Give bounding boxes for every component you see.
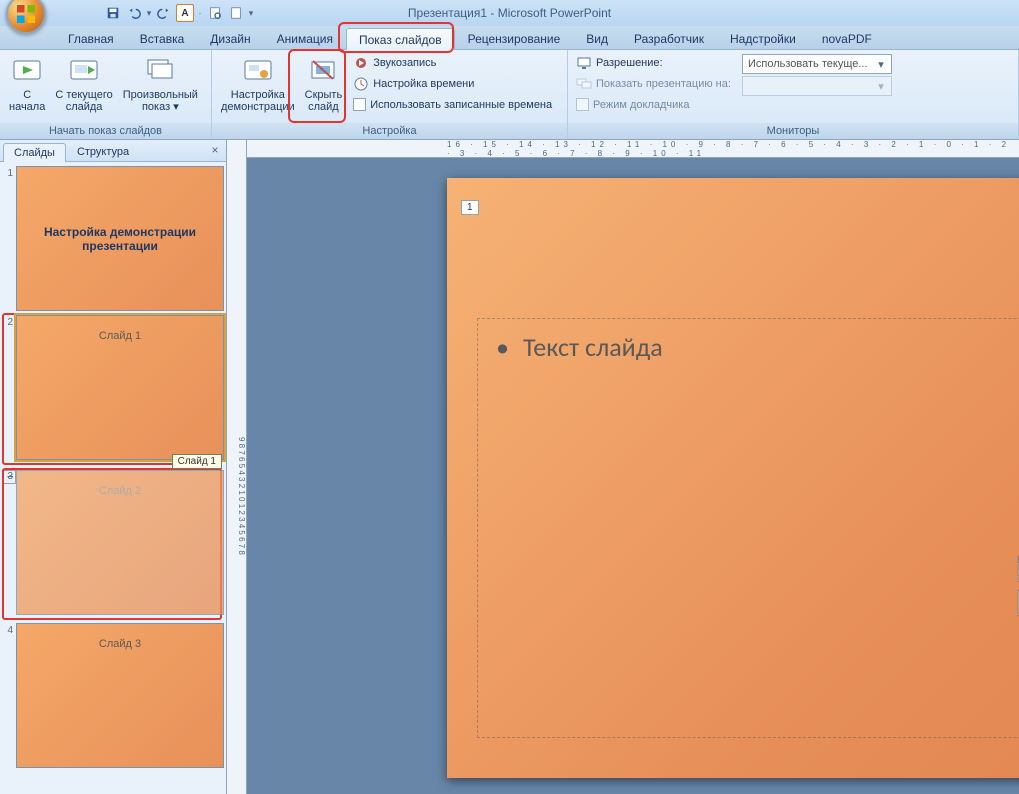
pane-close-icon[interactable]: ×: [208, 143, 222, 157]
tab-novapdf[interactable]: novaPDF: [809, 27, 885, 49]
record-narration-button[interactable]: Звукозапись: [349, 52, 556, 73]
qat-more-icon[interactable]: ▾: [248, 4, 254, 22]
rehearse-timings-label: Настройка времени: [373, 78, 474, 90]
thumb-4-number: 4: [2, 623, 16, 768]
qat-sep-icon: ·: [197, 4, 203, 22]
thumbnail-3[interactable]: 3 Слайд 2: [2, 470, 224, 615]
from-current-button[interactable]: С текущего слайда: [50, 52, 117, 122]
show-on-row: Показать презентацию на:: [572, 73, 742, 94]
thumb-2-number: 2: [2, 315, 16, 460]
tab-review[interactable]: Рецензирование: [455, 27, 574, 49]
ribbon-group-setup: Настройка демонстрации Скрыть слайд Звук…: [212, 50, 568, 139]
clock-icon: [353, 76, 369, 92]
setup-show-icon: [242, 55, 274, 87]
office-button[interactable]: [6, 0, 46, 34]
slide-workspace: 9 8 7 6 5 4 3 2 1 0 1 2 3 4 5 6 7 8 16 ·…: [227, 140, 1019, 794]
pane-tabs: Слайды Структура ×: [0, 140, 226, 162]
new-doc-icon[interactable]: [227, 4, 245, 22]
chevron-down-icon: ▾: [874, 58, 888, 71]
slide-canvas[interactable]: 1 Слайд 2 Текст слайда: [447, 178, 1019, 778]
record-icon: [353, 55, 369, 71]
monitor2-icon: [576, 76, 592, 92]
thumbnail-1[interactable]: 1 Настройка демонстрации презентации: [2, 166, 224, 311]
group-monitors-label: Мониторы: [568, 123, 1018, 139]
thumbnail-2[interactable]: 2 Слайд 1 Слайд 1: [2, 315, 224, 460]
title-bar: ▾ A · ▾ Презентация1 - Microsoft PowerPo…: [0, 0, 1019, 26]
thumb-2-tooltip: Слайд 1: [172, 454, 222, 469]
vertical-ruler: 9 8 7 6 5 4 3 2 1 0 1 2 3 4 5 6 7 8: [227, 140, 247, 794]
show-on-label: Показать презентацию на:: [596, 78, 731, 90]
bullet-text[interactable]: Текст слайда: [496, 331, 1019, 363]
slide-stage[interactable]: 1 Слайд 2 Текст слайда: [247, 158, 1019, 794]
presenter-view-label: Режим докладчика: [593, 99, 689, 111]
chevron-down2-icon: ▾: [874, 80, 888, 93]
quick-access-toolbar: ▾ A · ▾: [98, 4, 260, 22]
from-beginning-label: С начала: [9, 89, 45, 113]
custom-show-button[interactable]: Произвольный показ ▾: [118, 52, 203, 122]
pane-tab-outline[interactable]: Структура: [66, 142, 140, 161]
slide-number-box: 1: [461, 200, 479, 215]
from-beginning-button[interactable]: С начала: [4, 52, 50, 122]
thumb-1-title: Настройка демонстрации презентации: [40, 225, 200, 253]
setup-show-label: Настройка демонстрации: [221, 89, 295, 113]
show-on-combo: ▾: [742, 76, 892, 96]
font-format-icon[interactable]: A: [176, 4, 194, 22]
custom-show-label: Произвольный показ ▾: [123, 89, 198, 113]
checkbox-icon: [353, 98, 366, 111]
from-beginning-icon: [11, 55, 43, 87]
use-timings-label: Использовать записанные времена: [370, 99, 552, 111]
from-current-label: С текущего слайда: [55, 89, 112, 113]
group-start-label: Начать показ слайдов: [0, 123, 211, 139]
hide-slide-button[interactable]: Скрыть слайд: [300, 52, 348, 122]
pane-tab-slides[interactable]: Слайды: [3, 143, 66, 162]
from-current-icon: [68, 55, 100, 87]
custom-show-icon: [144, 55, 176, 87]
redo-icon[interactable]: [155, 4, 173, 22]
thumbnail-4[interactable]: 4 Слайд 3: [2, 623, 224, 768]
thumb-3-number: 3: [2, 470, 16, 484]
resolution-combo-value: Использовать текуще...: [748, 58, 868, 70]
use-timings-checkbox[interactable]: Использовать записанные времена: [349, 94, 556, 115]
resolution-combo[interactable]: Использовать текуще... ▾: [742, 54, 892, 74]
thumb-4-title: Слайд 3: [27, 638, 213, 650]
window-title: Презентация1 - Microsoft PowerPoint: [408, 6, 611, 20]
tab-view[interactable]: Вид: [573, 27, 621, 49]
tab-insert[interactable]: Вставка: [127, 27, 198, 49]
tab-design[interactable]: Дизайн: [197, 27, 263, 49]
setup-show-button[interactable]: Настройка демонстрации: [216, 52, 300, 122]
thumb-1-number: 1: [2, 166, 16, 311]
qat-dropdown-icon[interactable]: ▾: [146, 4, 152, 22]
tab-developer[interactable]: Разработчик: [621, 27, 717, 49]
tab-slideshow[interactable]: Показ слайдов: [346, 28, 455, 50]
resolution-row: Разрешение:: [572, 52, 742, 73]
group-setup-label: Настройка: [212, 123, 567, 139]
horizontal-ruler: 16 · 15 · 14 · 13 · 12 · 11 · 10 · 9 · 8…: [247, 140, 1019, 158]
vruler-scale: 9 8 7 6 5 4 3 2 1 0 1 2 3 4 5 6 7 8: [227, 158, 246, 794]
main-area: Слайды Структура × 1 Настройка демонстра…: [0, 140, 1019, 794]
checkbox2-icon: [576, 98, 589, 111]
monitor-icon: [576, 55, 592, 71]
tab-animation[interactable]: Анимация: [264, 27, 346, 49]
tab-addins[interactable]: Надстройки: [717, 27, 809, 49]
thumb-3-title: Слайд 2: [27, 485, 213, 497]
ribbon-group-monitors: Разрешение: Показать презентацию на: Реж…: [568, 50, 1019, 139]
hide-slide-icon: [307, 55, 339, 87]
undo-icon[interactable]: [125, 4, 143, 22]
ribbon-group-start: С начала С текущего слайда Произвольный …: [0, 50, 212, 139]
tab-home[interactable]: Главная: [55, 27, 127, 49]
thumb-2-title: Слайд 1: [27, 330, 213, 342]
slides-pane: Слайды Структура × 1 Настройка демонстра…: [0, 140, 227, 794]
rehearse-timings-button[interactable]: Настройка времени: [349, 73, 556, 94]
ribbon: С начала С текущего слайда Произвольный …: [0, 50, 1019, 140]
resolution-label: Разрешение:: [596, 57, 663, 69]
presenter-view-checkbox[interactable]: Режим докладчика: [572, 94, 742, 115]
slide-body-placeholder[interactable]: Текст слайда: [477, 318, 1019, 738]
hide-slide-label: Скрыть слайд: [305, 89, 343, 113]
save-icon[interactable]: [104, 4, 122, 22]
thumbnails-list: 1 Настройка демонстрации презентации 2 С…: [0, 162, 226, 794]
ribbon-tabs: Главная Вставка Дизайн Анимация Показ сл…: [0, 26, 1019, 50]
print-preview-icon[interactable]: [206, 4, 224, 22]
record-narration-label: Звукозапись: [373, 57, 436, 69]
